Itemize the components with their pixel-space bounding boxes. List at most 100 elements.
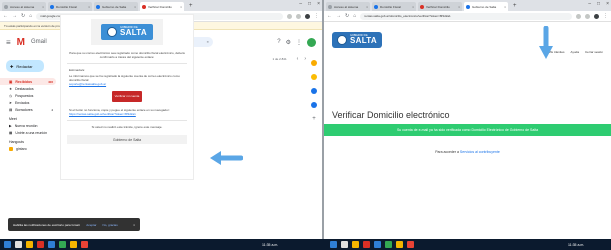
toast-accept-button[interactable]: Aceptar [86, 223, 96, 227]
nav-link-ayuda[interactable]: Ayuda [571, 50, 579, 54]
add-addon-icon[interactable]: + [312, 116, 316, 122]
search-icon[interactable] [341, 241, 348, 248]
notification-toast: Habilita las notificaciones de escritori… [8, 218, 140, 231]
compose-button[interactable]: ✚ Redactar [6, 60, 44, 72]
reload-icon[interactable]: ↻ [21, 13, 25, 19]
reload-icon[interactable]: ↻ [345, 13, 349, 19]
tab-verificar[interactable]: Verificar Domicilio × [418, 2, 462, 11]
email-footer: Gobierno de Salta [67, 135, 187, 144]
contacts-icon[interactable] [311, 102, 317, 108]
forward-icon[interactable]: → [336, 13, 341, 19]
tab-gobierno[interactable]: Gobierno de Salta × [94, 2, 138, 11]
app-icon[interactable] [59, 241, 66, 248]
main-menu-icon[interactable]: ≡ [6, 38, 11, 47]
close-icon[interactable]: × [366, 5, 368, 9]
chrome-icon[interactable] [407, 241, 414, 248]
app-icon[interactable] [48, 241, 55, 248]
tab-gobierno[interactable]: Gobierno de Salta × [464, 2, 508, 11]
chrome-icon[interactable] [81, 241, 88, 248]
services-link[interactable]: Servicios al contribuyente [460, 150, 500, 154]
apps-icon[interactable]: ⋮ [296, 39, 302, 46]
app-icon[interactable] [385, 241, 392, 248]
close-icon[interactable]: × [412, 5, 414, 9]
close-icon[interactable]: × [133, 223, 135, 227]
home-icon[interactable]: ⌂ [353, 13, 356, 19]
back-icon[interactable]: ← [3, 13, 8, 19]
close-icon[interactable]: × [504, 5, 506, 9]
sidebar-item-snoozed[interactable]: ◷ Pospuestos [0, 92, 56, 99]
tab-label: Verificar Domicilio [426, 4, 450, 9]
close-icon[interactable]: × [180, 5, 182, 9]
menu-icon[interactable]: ⋮ [603, 13, 608, 19]
verify-account-button[interactable]: Verificar mi cuenta [112, 91, 142, 102]
app-icon[interactable] [70, 241, 77, 248]
close-window-icon[interactable]: × [317, 1, 320, 7]
minimize-icon[interactable]: – [588, 1, 591, 7]
avatar[interactable] [307, 37, 316, 47]
app-icon[interactable] [396, 241, 403, 248]
tab-domicilio[interactable]: Domicilio Fiscal × [372, 2, 416, 11]
start-icon[interactable] [330, 241, 337, 248]
close-icon[interactable]: × [42, 5, 44, 9]
menu-icon[interactable]: ⋮ [314, 13, 319, 19]
tab-acceso[interactable]: Acceso al sistema × [2, 2, 46, 11]
sidebar-item-sent[interactable]: ➤ Enviados [0, 99, 56, 106]
clock-left[interactable]: 11:35 a.m. [262, 243, 278, 247]
draft-count: 4 [51, 107, 53, 112]
file-explorer-icon[interactable] [352, 241, 359, 248]
gmail-logo-icon[interactable]: M [17, 37, 25, 48]
hangouts-user[interactable]: gintaro [0, 145, 56, 152]
app-icon[interactable] [374, 241, 381, 248]
tab-acceso[interactable]: Acceso al sistema × [326, 2, 370, 11]
settings-icon[interactable]: ⚙ [286, 39, 291, 46]
sidebar-item-drafts[interactable]: ▤ Borradores 4 [0, 106, 56, 113]
search-icon[interactable] [15, 241, 22, 248]
fallback-link[interactable]: https://rentas.salta.gob.ar/verificar?to… [69, 112, 136, 116]
extension-icon[interactable] [576, 13, 581, 19]
app-icon[interactable] [37, 241, 44, 248]
sidebar-item-starred[interactable]: ★ Destacados [0, 85, 56, 92]
profile-icon[interactable] [305, 13, 310, 19]
extension-icon[interactable] [296, 13, 301, 19]
maximize-icon[interactable]: □ [308, 1, 311, 7]
close-icon[interactable]: × [134, 5, 136, 9]
sidebar-item-join-meeting[interactable]: ▦ Unirte a una reunión [0, 129, 56, 136]
keep-icon[interactable] [311, 74, 317, 80]
close-icon[interactable]: × [88, 5, 90, 9]
sidebar-item-label: Borradores [15, 107, 33, 112]
sidebar-item-new-meeting[interactable]: ▶ Nueva reunión [0, 122, 56, 129]
back-icon[interactable]: ← [327, 13, 332, 19]
tab-label: Domicilio Fiscal [380, 4, 401, 9]
tab-domicilio[interactable]: Domicilio Fiscal × [48, 2, 92, 11]
email-address-link[interactable]: soporte@rentassalta.gob.ar [69, 82, 106, 86]
right-browser-window: Acceso al sistema × Domicilio Fiscal × Ver… [324, 0, 611, 239]
help-icon[interactable]: ? [277, 39, 280, 45]
tab-label: Acceso al sistema [334, 4, 359, 9]
prev-icon[interactable]: ‹ [297, 56, 299, 62]
close-icon[interactable]: × [458, 5, 460, 9]
extension-icon[interactable] [585, 13, 590, 19]
new-tab-button[interactable]: + [186, 2, 196, 11]
nav-link-logout[interactable]: Cerrar sesión [585, 50, 603, 54]
maximize-icon[interactable]: □ [597, 1, 600, 7]
clock-right[interactable]: 11:35 a.m. [568, 243, 584, 247]
sidebar-item-inbox[interactable]: ▣ Recibidos 406 [0, 78, 56, 85]
home-icon[interactable]: ⌂ [29, 13, 32, 19]
file-explorer-icon[interactable] [26, 241, 33, 248]
tasks-icon[interactable] [311, 88, 317, 94]
tab-verificar[interactable]: Verificar Domicilio × [140, 2, 184, 11]
back-link-row: Para acceder a Servicios al contribuyent… [324, 150, 611, 154]
app-icon[interactable] [363, 241, 370, 248]
forward-icon[interactable]: → [12, 13, 17, 19]
url-input[interactable]: rentas.salta.gob.ar/domicilio_electronic… [360, 12, 572, 20]
search-options-icon[interactable]: ≡ [207, 40, 209, 44]
extension-icon[interactable] [287, 13, 292, 19]
calendar-icon[interactable] [311, 60, 317, 66]
minimize-icon[interactable]: – [299, 1, 302, 7]
start-icon[interactable] [4, 241, 11, 248]
new-tab-button[interactable]: + [510, 2, 520, 11]
close-window-icon[interactable]: × [606, 1, 609, 7]
profile-icon[interactable] [594, 13, 599, 19]
toast-dismiss-button[interactable]: No, gracias [103, 223, 118, 227]
salta-logo[interactable]: GOBIERNO DE SALTA [332, 31, 382, 49]
